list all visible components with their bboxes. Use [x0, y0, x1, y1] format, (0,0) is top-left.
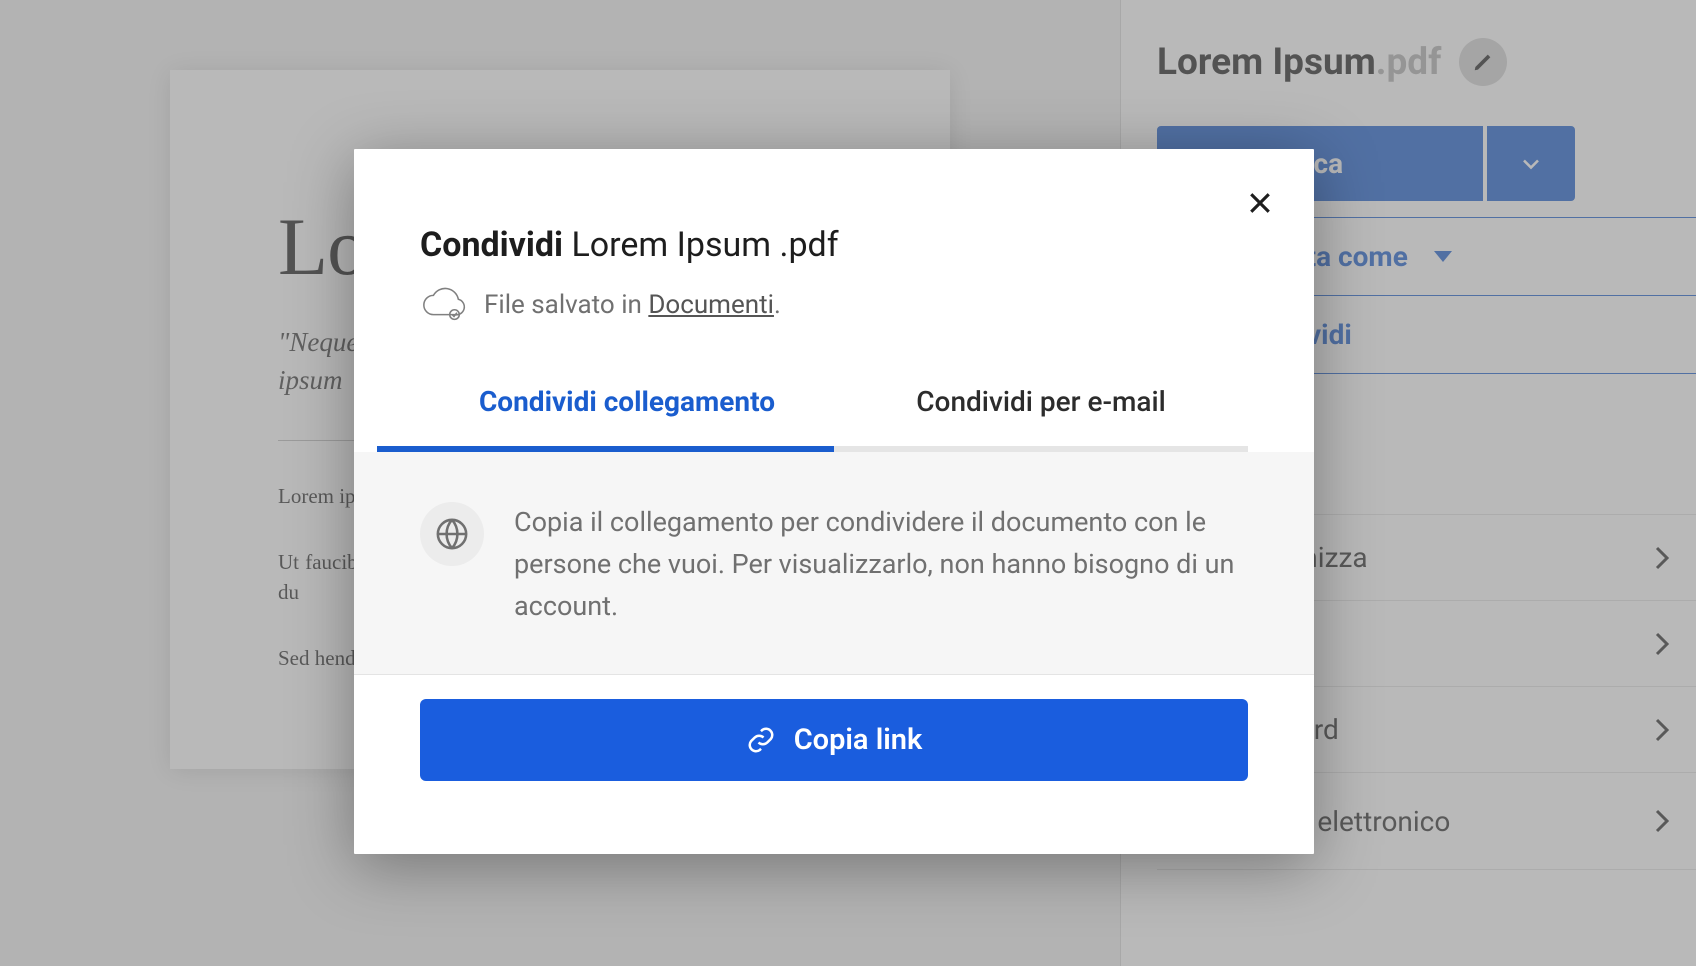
tab-share-email[interactable]: Condividi per e-mail — [834, 385, 1248, 446]
file-title-row: Lorem Ipsum.pdf — [1121, 38, 1696, 126]
modal-title-prefix: Condividi — [420, 225, 563, 265]
tab-share-email-label: Condividi per e-mail — [916, 385, 1165, 418]
copy-link-label: Copia link — [794, 723, 923, 757]
close-icon — [1245, 188, 1275, 218]
chevron-right-icon — [1654, 545, 1670, 571]
file-name: Lorem Ipsum — [1157, 41, 1376, 84]
chevron-right-icon — [1654, 717, 1670, 743]
modal-title: Condividi Lorem Ipsum .pdf — [420, 225, 1248, 265]
rename-button[interactable] — [1459, 38, 1507, 86]
modal-saved-row: File salvato in Documenti. — [420, 287, 1248, 323]
share-modal: Condividi Lorem Ipsum .pdf File salvato … — [354, 149, 1314, 854]
cloud-check-icon — [420, 287, 466, 323]
chevron-down-icon — [1517, 150, 1545, 178]
pencil-icon — [1472, 51, 1494, 73]
close-button[interactable] — [1240, 183, 1280, 223]
modal-title-file: Lorem Ipsum .pdf — [571, 225, 838, 265]
modal-body-text: Copia il collegamento per condividere il… — [514, 502, 1248, 628]
link-icon — [746, 725, 776, 755]
copy-link-button[interactable]: Copia link — [420, 699, 1248, 781]
download-options-button[interactable] — [1487, 126, 1575, 201]
chevron-right-icon — [1654, 808, 1670, 834]
saved-prefix: File salvato in — [484, 290, 648, 320]
saved-location-link[interactable]: Documenti — [648, 290, 774, 320]
modal-footer: Copia link — [354, 674, 1314, 781]
globe-icon-circle — [420, 502, 484, 566]
file-extension: .pdf — [1376, 41, 1442, 84]
tab-share-link-label: Condividi collegamento — [479, 385, 775, 418]
share-tabs: Condividi collegamento Condividi per e-m… — [420, 385, 1248, 452]
chevron-right-icon — [1654, 631, 1670, 657]
globe-icon — [435, 517, 469, 551]
tab-share-link[interactable]: Condividi collegamento — [420, 385, 834, 446]
saved-suffix: . — [774, 290, 781, 320]
modal-body: Copia il collegamento per condividere il… — [354, 452, 1314, 674]
triangle-down-icon — [1434, 251, 1452, 262]
